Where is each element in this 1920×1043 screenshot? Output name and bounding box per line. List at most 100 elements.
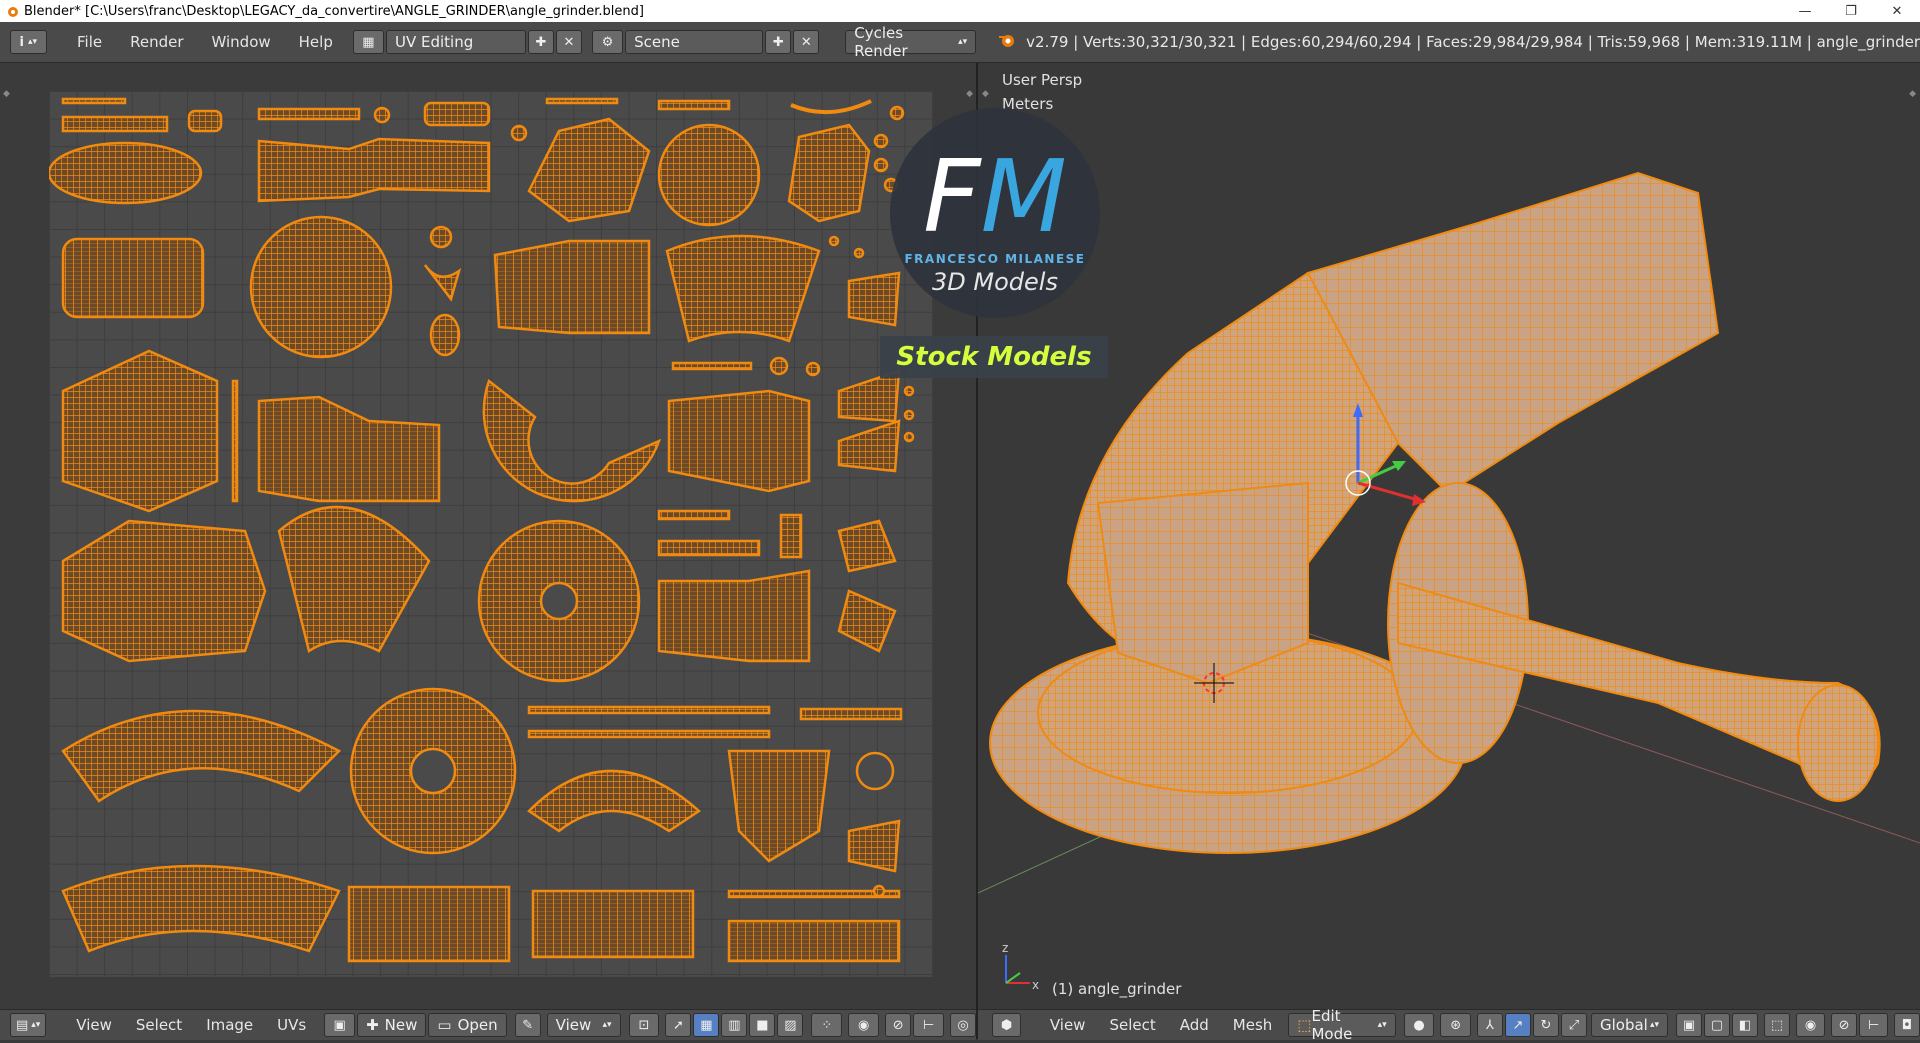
minimize-button[interactable]: — (1782, 0, 1828, 22)
snap-icon: ⊢ (922, 1017, 935, 1033)
uv-image-editor[interactable]: ◆ ◆ (0, 63, 976, 1009)
occlude-geometry-button[interactable]: ⬚ (1764, 1013, 1791, 1037)
face-icon: ■ (756, 1017, 769, 1033)
3d-view-header: ⬢ View Select Add Mesh ⬚ Edit Mode ▴▾ ● … (978, 1007, 1920, 1043)
editor-type-button[interactable]: ⬢ (992, 1013, 1021, 1037)
add-layout-button[interactable]: ✚ (527, 30, 554, 54)
shading-button[interactable]: ● (1403, 1013, 1435, 1037)
proportional-icon: ◉ (1804, 1017, 1817, 1033)
render-slot-button[interactable]: ◎ (950, 1013, 976, 1037)
image-icon: ▣ (333, 1017, 346, 1033)
menu-help[interactable]: Help (285, 33, 347, 51)
proportional-edit-button[interactable]: ◉ (848, 1013, 880, 1037)
logo-subtitle: 3D Models (932, 268, 1058, 296)
folder-icon: ▭ (437, 1016, 452, 1034)
remove-scene-button[interactable]: ✕ (793, 30, 820, 54)
window-title: Blender* [C:\Users\franc\Desktop\LEGACY_… (24, 3, 644, 19)
scene-field[interactable]: Scene (625, 30, 764, 54)
blender-logo-icon (4, 3, 20, 19)
menu-image[interactable]: Image (194, 1016, 265, 1034)
region-toggle-icon[interactable]: ◆ (966, 89, 973, 99)
remove-layout-button[interactable]: ✕ (555, 30, 582, 54)
region-toggle-icon[interactable]: ◆ (3, 89, 10, 99)
mode-dropdown[interactable]: ⬚ Edit Mode ▴▾ (1288, 1007, 1396, 1043)
translate-button[interactable]: ↗ (1505, 1013, 1531, 1037)
editor-type-button[interactable]: i ▴▾ (10, 30, 47, 54)
uv-grid-canvas[interactable] (47, 91, 933, 977)
editor-type-button[interactable]: ▤ ▴▾ (10, 1013, 47, 1037)
view-mode-label: View (555, 1016, 592, 1034)
snap-target-button[interactable]: ⊢ (1859, 1013, 1888, 1037)
x-icon: ✕ (563, 34, 575, 50)
opengl-render-button[interactable]: ◘ (1894, 1013, 1920, 1037)
edge-icon: ▢ (1710, 1017, 1724, 1033)
screen-layout-field[interactable]: UV Editing (385, 30, 526, 54)
axis-x-label: x (1032, 978, 1040, 992)
open-image-button[interactable]: ▭ Open (428, 1013, 507, 1037)
layout-grid-icon: ▦ (362, 34, 375, 50)
menu-view[interactable]: View (64, 1016, 124, 1034)
edge-select-button[interactable]: ▢ (1704, 1013, 1731, 1037)
snap-target-button[interactable]: ⊢ (913, 1013, 944, 1037)
cursor-icon: ➚ (672, 1017, 684, 1033)
menu-file[interactable]: File (63, 33, 116, 51)
menu-uvs[interactable]: UVs (265, 1016, 318, 1034)
sticky-mode-button[interactable]: ⁘ (811, 1013, 843, 1037)
maximize-button[interactable]: ❐ (1828, 0, 1874, 22)
magnet-icon: ⊘ (892, 1017, 904, 1033)
chevron-updown-icon: ▴▾ (31, 1020, 41, 1030)
axis-z-label: z (1002, 941, 1009, 955)
menu-view[interactable]: View (1038, 1016, 1098, 1034)
snap-button[interactable]: ⊘ (1831, 1013, 1858, 1037)
menu-render[interactable]: Render (116, 33, 197, 51)
logo-f: F (923, 138, 981, 255)
menu-window[interactable]: Window (198, 33, 285, 51)
chevron-updown-icon: ▴▾ (28, 37, 38, 47)
angle-grinder-mesh (978, 171, 1920, 894)
view-mode-dropdown[interactable]: View ▴▾ (546, 1013, 621, 1037)
face-select-button[interactable]: ◧ (1732, 1013, 1759, 1037)
scene-selector[interactable]: ⚙ (591, 30, 624, 54)
edge-icon: ▥ (728, 1017, 741, 1033)
manipulator-toggle-button[interactable]: ⅄ (1477, 1013, 1503, 1037)
vertex-select-button[interactable]: ▣ (1676, 1013, 1703, 1037)
scale-button[interactable]: ⤢ (1561, 1013, 1587, 1037)
menu-add[interactable]: Add (1168, 1016, 1221, 1034)
snap-button[interactable]: ⊘ (885, 1013, 912, 1037)
sticky-icon: ⁘ (821, 1017, 833, 1033)
vertex-select-button[interactable]: ▦ (693, 1013, 720, 1037)
scene-icon: ⚙ (601, 34, 614, 50)
edge-select-button[interactable]: ▥ (721, 1013, 748, 1037)
logo-banner: Stock Models (880, 336, 1108, 378)
render-engine-dropdown[interactable]: Cycles Render ▴▾ (845, 24, 977, 60)
pivot-icon: ⊛ (1450, 1017, 1462, 1033)
chevron-updown-icon: ▴▾ (1649, 1020, 1660, 1030)
island-select-button[interactable]: ▨ (777, 1013, 804, 1037)
close-button[interactable]: ✕ (1874, 0, 1920, 22)
menu-select[interactable]: Select (124, 1016, 194, 1034)
face-select-button[interactable]: ■ (749, 1013, 776, 1037)
arrow-icon: ↗ (1512, 1017, 1524, 1033)
watermark-logo: FM FRANCESCO MILANESE 3D Models Stock Mo… (880, 108, 1110, 378)
sync-selection-button[interactable]: ➚ (665, 1013, 692, 1037)
menu-mesh[interactable]: Mesh (1221, 1016, 1285, 1034)
menu-select[interactable]: Select (1097, 1016, 1167, 1034)
new-image-button[interactable]: ✚ New (357, 1013, 427, 1037)
chevron-updown-icon: ▴▾ (602, 1020, 612, 1030)
add-scene-button[interactable]: ✚ (765, 30, 792, 54)
pin-button[interactable]: ✎ (514, 1013, 541, 1037)
logo-name: FRANCESCO MILANESE (904, 252, 1086, 266)
pivot-button[interactable]: ⊛ (1440, 1013, 1471, 1037)
logo-m: M (980, 138, 1067, 255)
image-browse-button[interactable]: ▣ (324, 1013, 356, 1037)
pivot-button[interactable]: ⊡ (628, 1013, 660, 1037)
screen-layout-selector[interactable]: ▦ (352, 30, 384, 54)
info-header: i ▴▾ File Render Window Help ▦ UV Editin… (0, 22, 1920, 63)
proportional-edit-button[interactable]: ◉ (1796, 1013, 1826, 1037)
3d-viewport[interactable]: ◆ ◆ User Persp Meters (1) angle_grinder (978, 63, 1920, 1009)
plus-icon: ✚ (535, 34, 547, 50)
chevron-updown-icon: ▴▾ (958, 37, 968, 47)
orientation-dropdown[interactable]: Global ▴▾ (1591, 1013, 1669, 1037)
rotate-button[interactable]: ↻ (1533, 1013, 1559, 1037)
info-icon: i (19, 34, 24, 50)
